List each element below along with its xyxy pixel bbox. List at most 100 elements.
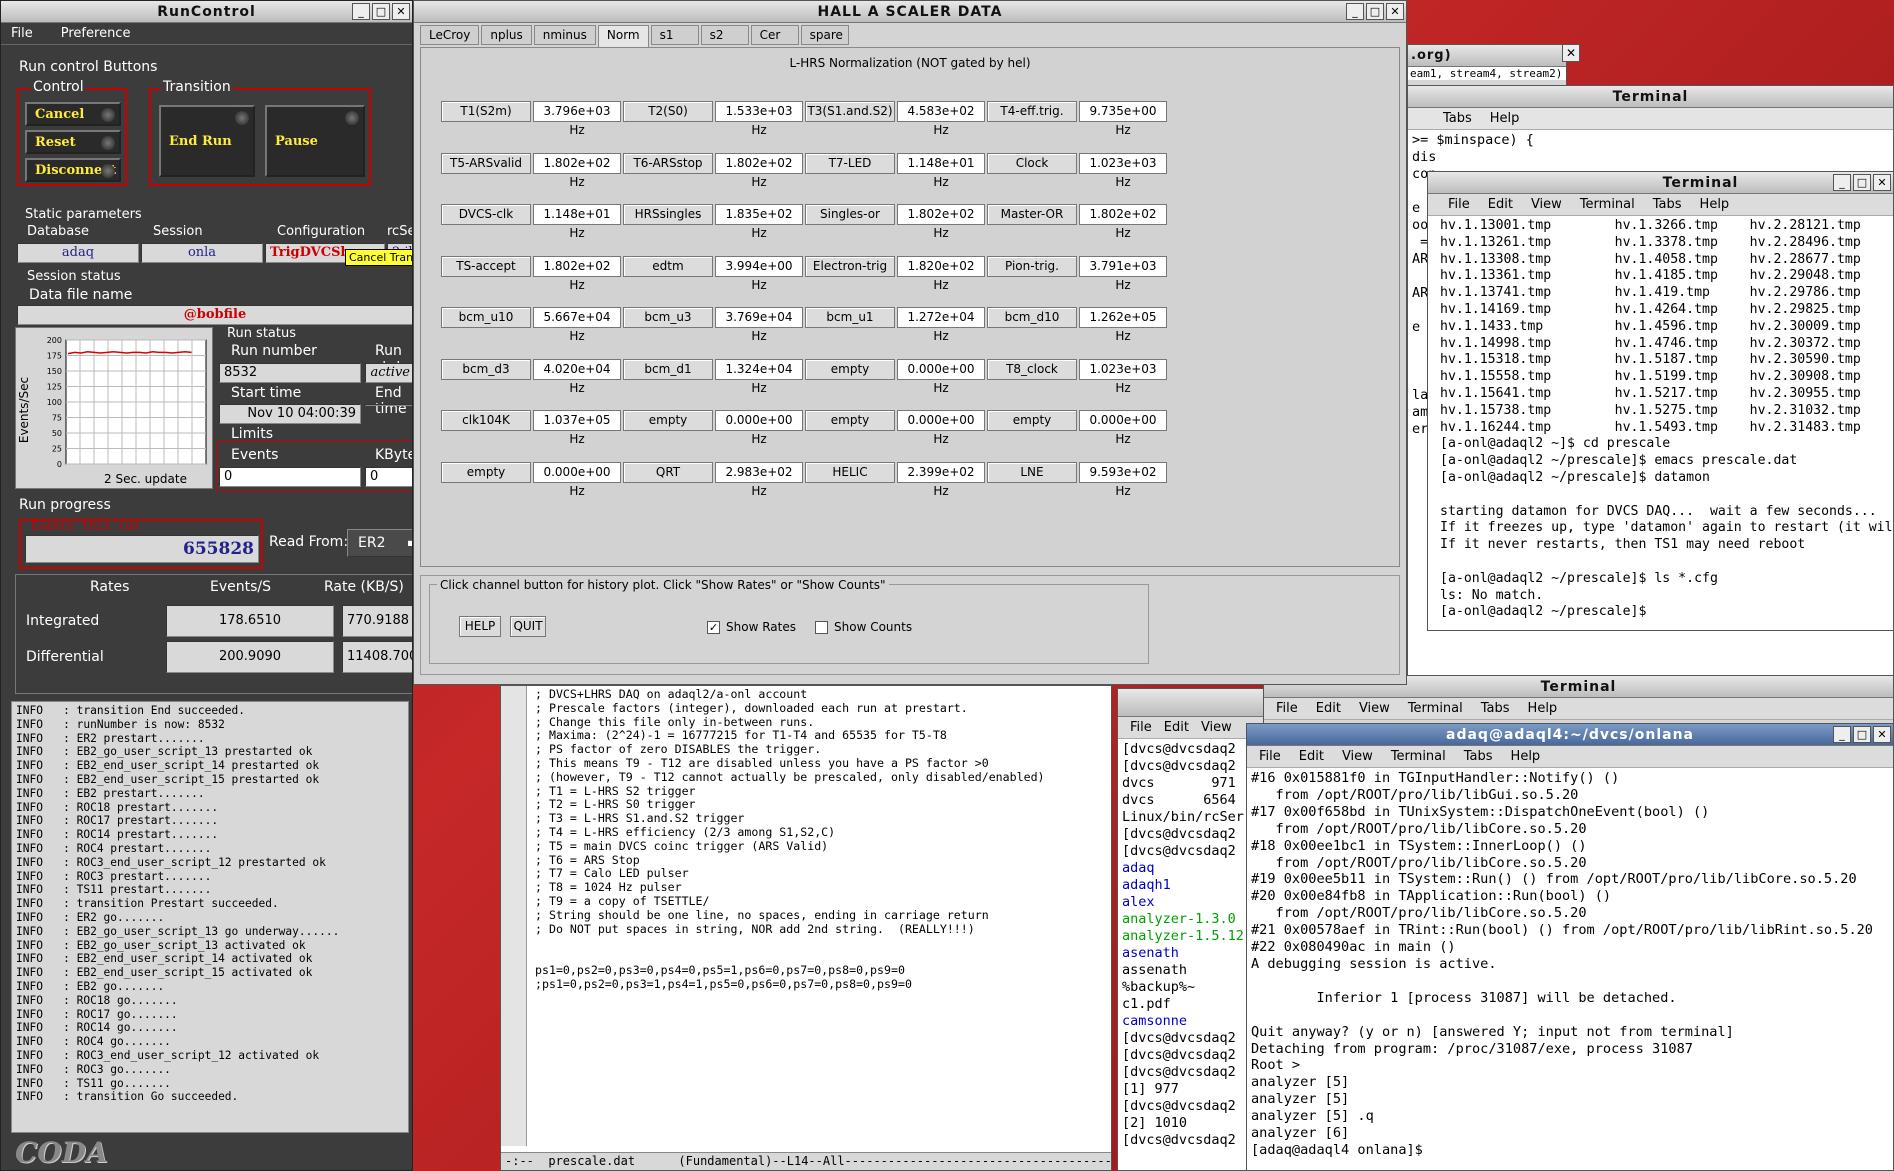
channel-button[interactable]: empty	[987, 410, 1077, 431]
menu-help[interactable]: Help	[1700, 194, 1730, 215]
tab-norm[interactable]: Norm	[597, 25, 649, 47]
reset-button[interactable]: Reset	[25, 130, 121, 154]
tab-lecroy[interactable]: LeCroy	[420, 25, 480, 45]
channel-button[interactable]: empty	[805, 358, 895, 380]
maximize-button[interactable]: □	[1853, 726, 1871, 743]
channel-button[interactable]: T3(S1.and.S2)	[805, 101, 895, 122]
channel-button[interactable]: T7-LED	[805, 152, 895, 174]
emacs-buffer[interactable]: ; DVCS+LHRS DAQ on adaql2/a-onl account …	[531, 686, 1111, 1146]
kbytes-limit-input[interactable]: 0	[365, 467, 412, 487]
menu-help[interactable]: Help	[1511, 746, 1541, 767]
menu-tabs[interactable]: Tabs	[1443, 108, 1472, 129]
menu-edit[interactable]: Edit	[1299, 746, 1324, 767]
menu-terminal[interactable]: Terminal	[1580, 194, 1635, 215]
end-run-button[interactable]: End Run	[159, 105, 255, 177]
channel-button[interactable]: edtm	[623, 255, 713, 277]
channel-button[interactable]: empty	[805, 410, 895, 431]
menu-terminal[interactable]: Terminal	[1408, 698, 1463, 719]
channel-button[interactable]: empty	[441, 461, 531, 483]
menu-terminal[interactable]: Terminal	[1391, 746, 1446, 767]
events-rate-plot: Events/Sec 200 175 150 125 100 75 50 25 0 2 Sec.…	[15, 327, 213, 489]
channel-button[interactable]: T6-ARSstop	[623, 152, 713, 174]
channel-button[interactable]: Electron-trig	[805, 255, 895, 277]
tab-s2[interactable]: s2	[700, 25, 749, 45]
menu-tabs[interactable]: Tabs	[1481, 698, 1510, 719]
cancel-button[interactable]: Cancel	[25, 102, 121, 126]
close-button[interactable]: ✕	[1873, 174, 1891, 191]
maximize-button[interactable]: □	[1853, 174, 1871, 191]
channel-button[interactable]: bcm_d3	[441, 358, 531, 380]
menu-view[interactable]: View	[1531, 194, 1562, 215]
tab-cer[interactable]: Cer	[750, 25, 799, 45]
menu-tabs[interactable]: Tabs	[1653, 194, 1682, 215]
menu-file[interactable]: File	[11, 23, 33, 44]
channel-button[interactable]: bcm_u1	[805, 307, 895, 328]
menu-file[interactable]: File	[1448, 194, 1470, 215]
tab-nplus[interactable]: nplus	[481, 25, 532, 45]
maximize-button[interactable]: □	[1366, 3, 1384, 20]
tab-s1[interactable]: s1	[650, 25, 699, 45]
show-counts-checkbox[interactable]	[815, 620, 828, 634]
channel-button[interactable]: Master-OR	[987, 204, 1077, 225]
minimize-button[interactable]: _	[1833, 726, 1851, 743]
quit-button[interactable]: QUIT	[510, 616, 546, 637]
plot-tick-label: 75	[52, 414, 62, 423]
channel-button[interactable]: bcm_d10	[987, 307, 1077, 328]
channel-button[interactable]: clk104K	[441, 410, 531, 431]
menu-view[interactable]: View	[1342, 746, 1373, 767]
disconnect-button[interactable]: Disconnect	[25, 158, 121, 182]
channel-button[interactable]: Pion-trig.	[987, 255, 1077, 277]
runcontrol-log[interactable]: INFO : transition End succeeded. INFO : …	[11, 701, 409, 1133]
menu-edit[interactable]: Edit	[1488, 194, 1513, 215]
channel-button[interactable]: HELIC	[805, 461, 895, 483]
tab-nminus[interactable]: nminus	[533, 25, 596, 45]
minimize-button[interactable]: _	[1346, 3, 1364, 20]
events-limit-input[interactable]: 0	[219, 467, 361, 487]
channel-rate-value: 1.148e+01 Hz	[897, 152, 985, 189]
channel-button[interactable]: bcm_d1	[623, 358, 713, 380]
menu-help[interactable]: Help	[1528, 698, 1558, 719]
channel-button[interactable]: LNE	[987, 461, 1077, 483]
terminal-analyzer-output[interactable]: #16 0x015881f0 in TGInputHandler::Notify…	[1247, 768, 1893, 1168]
channel-button[interactable]: bcm_u10	[441, 307, 531, 328]
menu-edit[interactable]: Edit	[1164, 717, 1189, 738]
menu-file[interactable]: File	[1276, 698, 1298, 719]
channel-button[interactable]: Clock	[987, 152, 1077, 174]
channel-button[interactable]: T5-ARSvalid	[441, 152, 531, 174]
scrollbar[interactable]	[501, 686, 527, 1146]
minimize-button[interactable]: _	[352, 3, 370, 20]
close-button[interactable]: ✕	[392, 3, 410, 20]
channel-button[interactable]: bcm_u3	[623, 307, 713, 328]
menu-edit[interactable]: Edit	[1316, 698, 1341, 719]
small-window-close[interactable]: ✕	[1562, 44, 1580, 62]
help-button[interactable]: HELP	[459, 616, 501, 637]
channel-button[interactable]: TS-accept	[441, 255, 531, 277]
channel-button[interactable]: Singles-or	[805, 204, 895, 225]
close-button[interactable]: ✕	[1873, 726, 1891, 743]
show-rates-checkbox[interactable]: ✓	[707, 620, 720, 634]
channel-button[interactable]: T8_clock	[987, 358, 1077, 380]
read-from-select[interactable]: ER2 ▬	[347, 529, 412, 557]
channel-button[interactable]: empty	[623, 410, 713, 431]
menu-view[interactable]: View	[1359, 698, 1390, 719]
menu-help[interactable]: Help	[1490, 108, 1520, 129]
session-header: Session	[153, 224, 203, 239]
menu-file[interactable]: File	[1259, 746, 1281, 767]
channel-button[interactable]: T2(S0)	[623, 101, 713, 122]
menu-preference[interactable]: Preference	[61, 23, 131, 44]
channel-button[interactable]: HRSsingles	[623, 204, 713, 225]
menu-tabs[interactable]: Tabs	[1464, 746, 1493, 767]
channel-button[interactable]: DVCS-clk	[441, 204, 531, 225]
menu-file[interactable]: File	[1130, 717, 1152, 738]
channel-button[interactable]: QRT	[623, 461, 713, 483]
close-button[interactable]: ✕	[1386, 3, 1404, 20]
maximize-button[interactable]: □	[372, 3, 390, 20]
help-text: Click channel button for history plot. C…	[437, 578, 889, 592]
menu-view[interactable]: View	[1201, 717, 1232, 738]
minimize-button[interactable]: _	[1833, 174, 1851, 191]
terminal-front-output[interactable]: hv.1.13001.tmp hv.1.3266.tmp hv.2.28121.…	[1428, 216, 1893, 626]
channel-button[interactable]: T4-eff.trig.	[987, 101, 1077, 122]
tab-spare[interactable]: spare	[800, 25, 849, 45]
channel-button[interactable]: T1(S2m)	[441, 101, 531, 122]
pause-button[interactable]: Pause	[265, 105, 365, 177]
